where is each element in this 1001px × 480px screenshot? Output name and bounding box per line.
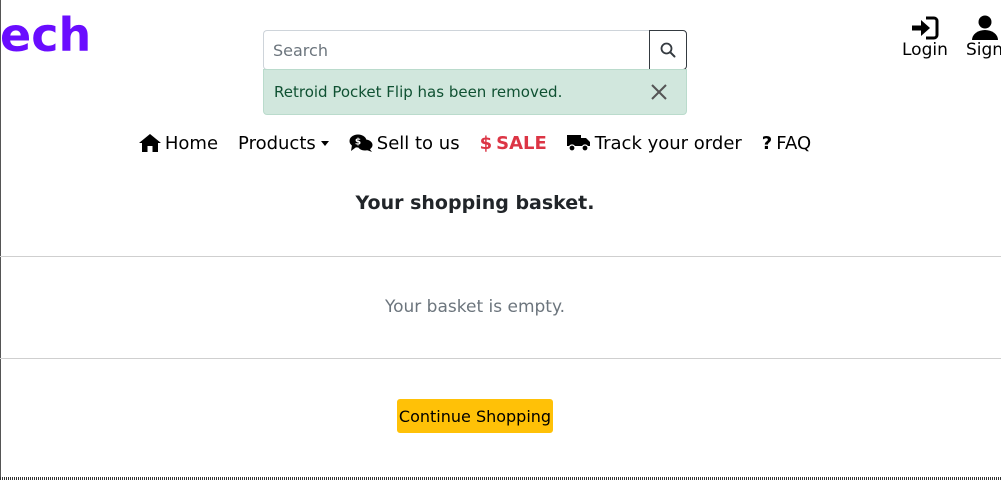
alert-close-button[interactable]: [648, 81, 670, 103]
search-input[interactable]: [263, 30, 649, 70]
nav-faq-label: FAQ: [776, 132, 812, 154]
left-edge-border: [0, 0, 1, 480]
truck-icon: [566, 135, 590, 152]
dollar-icon: $: [479, 132, 493, 154]
signup-link[interactable]: Sign: [966, 14, 1001, 60]
signup-label: Sign: [966, 40, 1001, 60]
nav-home[interactable]: Home: [138, 128, 219, 158]
nav-sale-label: SALE: [496, 132, 547, 154]
caret-down-icon: [320, 140, 329, 146]
basket-title: Your shopping basket.: [355, 192, 595, 214]
nav-sell-label: Sell to us: [376, 132, 460, 154]
login-label: Login: [902, 40, 948, 60]
home-icon: [138, 134, 161, 152]
divider-bottom: [0, 358, 1001, 359]
comments-dollar-icon: $: [349, 134, 373, 152]
nav-products-label: Products: [238, 132, 316, 154]
nav-home-label: Home: [164, 132, 219, 154]
nav-products-dropdown[interactable]: Products: [238, 128, 329, 158]
login-link[interactable]: Login: [902, 14, 948, 60]
nav-sale[interactable]: $ SALE: [480, 128, 547, 158]
search-icon: [660, 42, 676, 58]
question-icon: ?: [761, 132, 773, 154]
search-bar: [263, 30, 687, 70]
user-icon: [970, 14, 1000, 40]
nav-track-order[interactable]: Track your order: [566, 128, 742, 158]
main-nav: Home Products $ Sell to us $ SALE Track …: [0, 128, 950, 158]
removed-item-alert: Retroid Pocket Flip has been removed.: [263, 69, 687, 115]
nav-sell[interactable]: $ Sell to us: [349, 128, 460, 158]
nav-track-label: Track your order: [594, 132, 742, 154]
close-icon: [651, 84, 667, 100]
empty-basket-message: Your basket is empty.: [384, 297, 566, 317]
search-button[interactable]: [649, 30, 687, 70]
site-logo[interactable]: ech: [0, 2, 91, 68]
continue-shopping-button[interactable]: Continue Shopping: [397, 399, 553, 433]
divider-top: [0, 256, 1001, 257]
sign-in-icon: [911, 14, 939, 40]
alert-message: Retroid Pocket Flip has been removed.: [274, 83, 563, 101]
nav-faq[interactable]: ? FAQ: [762, 128, 811, 158]
svg-text:$: $: [355, 138, 361, 148]
